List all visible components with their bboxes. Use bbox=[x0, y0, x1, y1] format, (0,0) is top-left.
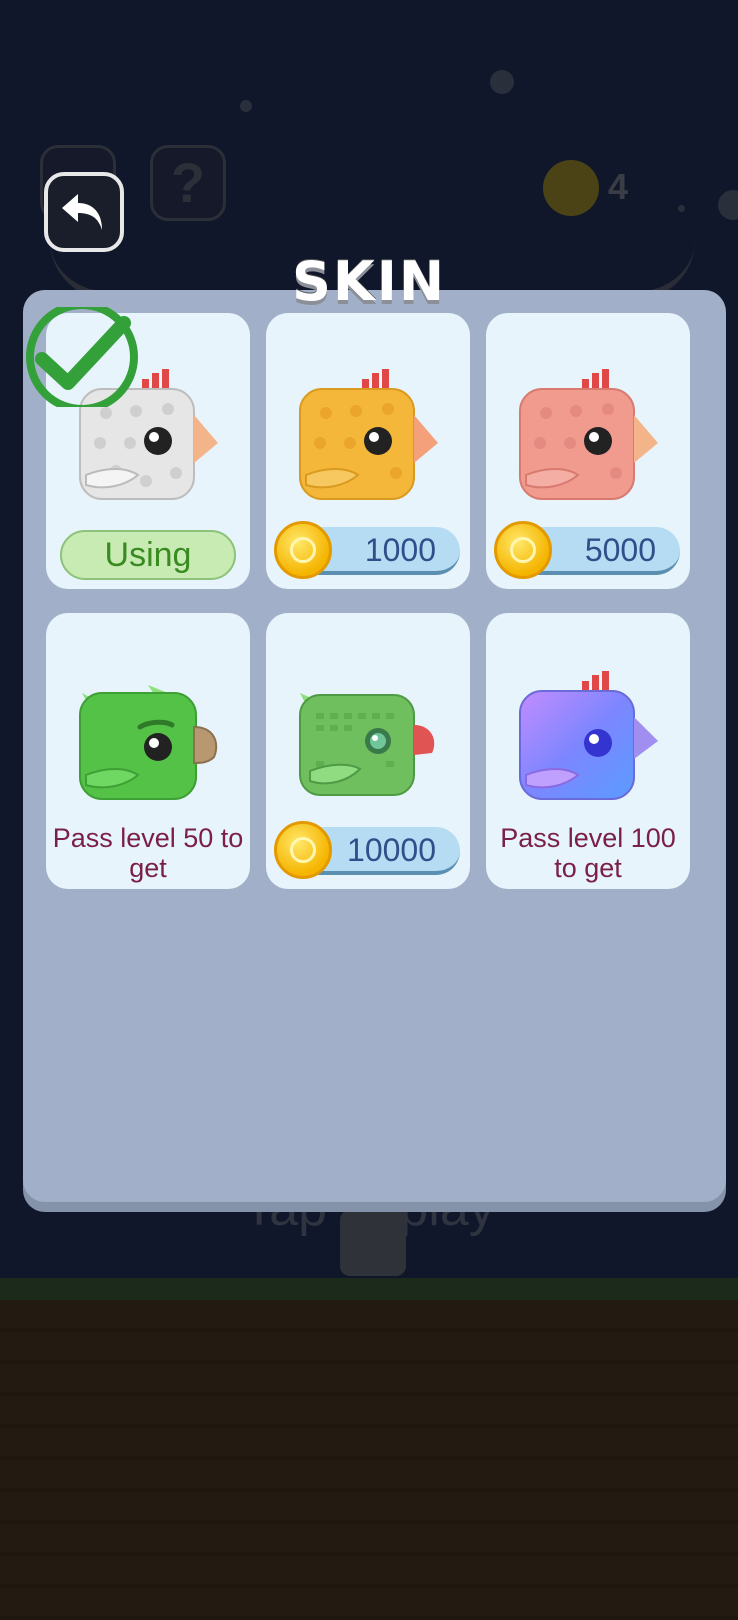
bg-ground bbox=[0, 1300, 738, 1620]
skin-panel: Using 1000 5000 Pass level 50 to get 100… bbox=[23, 290, 726, 1202]
skin-card-pink[interactable]: 5000 bbox=[486, 313, 690, 589]
bg-coin-count: 4 bbox=[608, 166, 629, 207]
requirement-label: Pass level 100 to get bbox=[500, 823, 676, 883]
skin-card-yellow[interactable]: 1000 bbox=[266, 313, 470, 589]
coin-icon bbox=[494, 521, 552, 579]
bg-help-button: ? bbox=[150, 145, 226, 221]
bg-grass bbox=[0, 1278, 738, 1300]
skin-card-green-parrot[interactable]: Pass level 50 to get bbox=[46, 613, 250, 889]
bg-dot bbox=[718, 190, 738, 220]
back-button[interactable] bbox=[44, 172, 124, 252]
back-arrow-icon bbox=[62, 194, 102, 230]
yellow-chick-icon bbox=[299, 369, 438, 500]
pink-chick-icon bbox=[519, 369, 658, 500]
skin-card-blue-bird[interactable]: Pass level 100 to get bbox=[486, 613, 690, 889]
check-icon bbox=[26, 307, 138, 407]
coin-icon bbox=[274, 521, 332, 579]
using-label: Using bbox=[60, 530, 236, 580]
requirement-label: Pass level 50 to get bbox=[52, 823, 244, 883]
skin-card-green-bird[interactable]: 10000 bbox=[266, 613, 470, 889]
green-parrot-icon bbox=[79, 685, 218, 800]
bg-player-block bbox=[340, 1210, 406, 1276]
blue-bird-icon bbox=[519, 671, 658, 800]
bg-dot bbox=[490, 70, 514, 94]
skin-title: SKIN bbox=[291, 250, 447, 313]
bg-dot bbox=[240, 100, 252, 112]
skin-card-white[interactable]: Using bbox=[26, 307, 250, 589]
coin-icon bbox=[274, 821, 332, 879]
bg-coin-icon bbox=[543, 160, 599, 216]
green-bird-icon bbox=[299, 693, 435, 796]
